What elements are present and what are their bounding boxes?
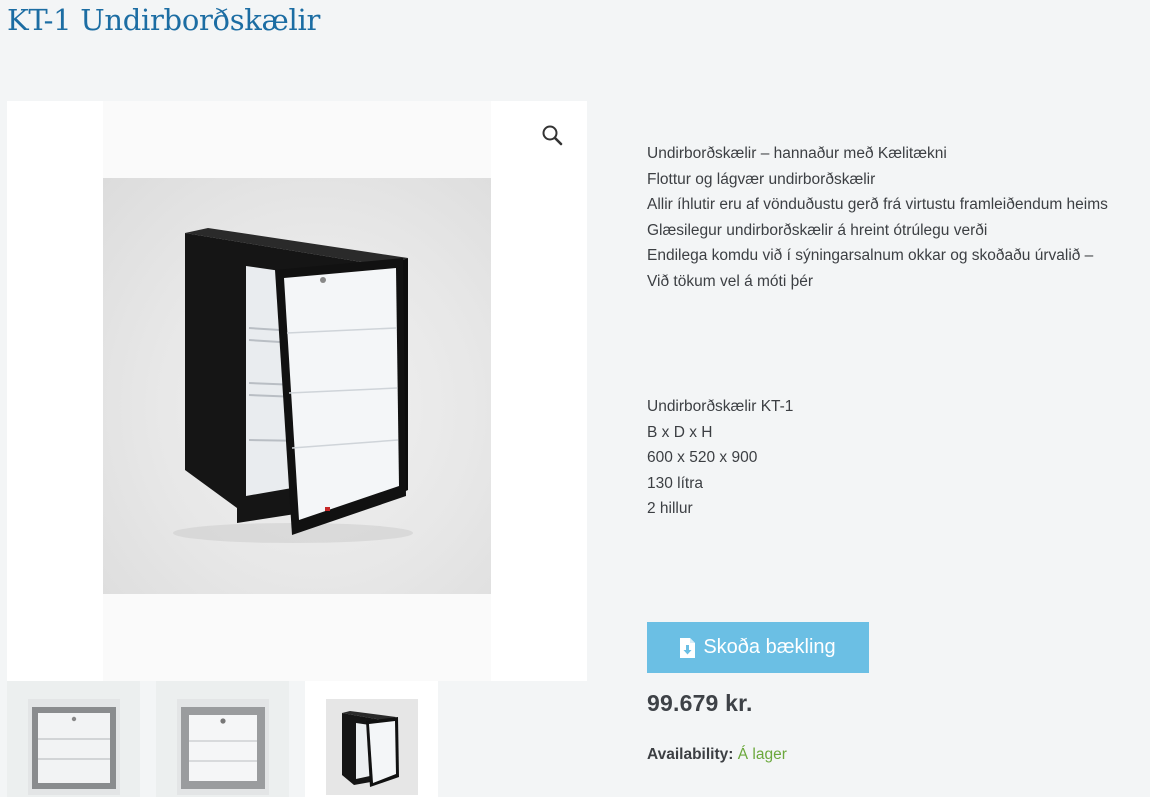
product-specs: Undirborðskælir KT-1 B x D x H 600 x 520… — [647, 394, 793, 522]
description-line: Glæsilegur undirborðskælir á hreint ótrú… — [647, 221, 988, 239]
brochure-button-label: Skoða bækling — [703, 636, 836, 658]
magnifier-icon[interactable] — [540, 123, 564, 147]
description-line: Undirborðskælir – hannaður með Kælitækni — [647, 145, 947, 162]
view-brochure-button[interactable]: Skoða bækling — [647, 622, 869, 673]
thumbnail-2[interactable] — [156, 681, 289, 797]
page-title: KT-1 Undirborðskælir — [7, 3, 321, 37]
thumbnail-fridge-grey-image — [28, 699, 120, 795]
availability-label: Availability: — [647, 746, 734, 763]
spec-line: 130 lítra — [647, 474, 704, 492]
description-line: Flottur og lágvær undirborðskælir — [647, 170, 876, 188]
product-description: Undirborðskælir – hannaður með Kælitækni… — [647, 141, 1142, 295]
spec-line: 600 x 520 x 900 — [647, 449, 758, 467]
file-download-icon — [680, 637, 696, 658]
spec-line: B x D x H — [647, 423, 713, 441]
spec-line: 2 hillur — [647, 500, 693, 518]
product-main-image[interactable] — [103, 178, 491, 594]
product-gallery — [7, 101, 587, 681]
description-line: Allir íhlutir eru af vönduðustu gerð frá… — [647, 196, 1108, 214]
stock-status: Á lager — [737, 746, 787, 763]
availability: Availability: Á lager — [647, 746, 787, 764]
thumbnail-strip — [7, 681, 447, 797]
description-line: Endilega komdu við í sýningarsalnum okka… — [647, 247, 1094, 265]
thumbnail-3-active[interactable] — [305, 681, 438, 797]
thumbnail-fridge-black-image — [326, 699, 418, 795]
thumbnail-1[interactable] — [7, 681, 140, 797]
product-price: 99.679 kr. — [647, 690, 753, 716]
thumbnail-fridge-grey-alt-image — [177, 699, 269, 795]
description-line: Við tökum vel á móti þér — [647, 272, 813, 290]
spec-line: Undirborðskælir KT-1 — [647, 398, 794, 415]
